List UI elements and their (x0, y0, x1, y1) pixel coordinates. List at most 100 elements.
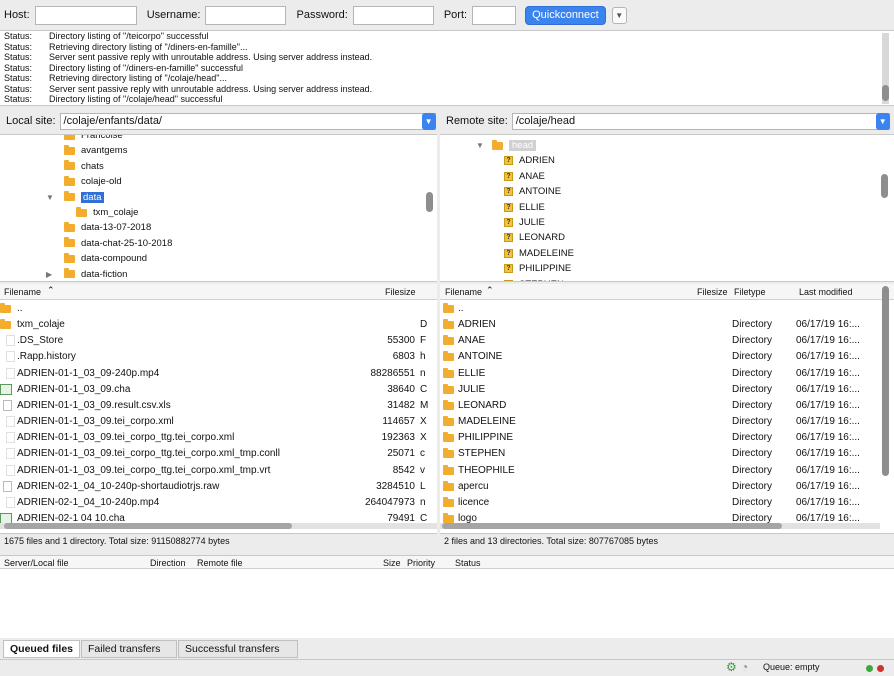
tree-node[interactable]: ? PHILIPPINE (504, 261, 571, 276)
local-tree-scrollbar[interactable] (426, 136, 433, 280)
tree-node[interactable]: chats (64, 159, 104, 174)
file-row[interactable]: ADRIEN-02-1_04_10-240p-shortaudiotrjs.ra… (0, 479, 437, 495)
column-filename[interactable]: Filename (445, 287, 482, 297)
tree-node[interactable]: data-chat-25-10-2018 (64, 236, 172, 251)
tree-node[interactable]: ? ANAE (504, 169, 545, 184)
file-row[interactable]: apercu Directory 06/17/19 16:... (440, 479, 894, 495)
folder-icon (64, 135, 75, 140)
file-name: ANTOINE (458, 351, 503, 363)
file-row[interactable]: ADRIEN-02-1_04_10-240p.mp4 264047973 n (0, 495, 437, 511)
column-size[interactable]: Size (383, 558, 401, 568)
tree-node[interactable]: Francoise (64, 135, 123, 143)
column-direction[interactable]: Direction (150, 558, 186, 568)
tree-node[interactable]: colaje-old (64, 174, 122, 189)
file-row[interactable]: ANAE Directory 06/17/19 16:... (440, 333, 894, 349)
folder-icon (64, 268, 75, 279)
local-site-path[interactable]: /colaje/enfants/data/ ▼ (59, 112, 436, 130)
column-server-local-file[interactable]: Server/Local file (4, 558, 69, 568)
file-row[interactable]: ADRIEN-01-1_03_09.cha 38640 C (0, 382, 437, 398)
tree-node[interactable]: head (492, 138, 537, 153)
tree-node[interactable]: ? ADRIEN (504, 153, 555, 168)
tab-queued-files[interactable]: Queued files (3, 640, 81, 658)
file-row[interactable]: THEOPHILE Directory 06/17/19 16:... (440, 463, 894, 479)
column-priority[interactable]: Priority (407, 558, 435, 568)
tree-node[interactable]: txm_colaje (76, 205, 138, 220)
tree-node[interactable]: data-13-07-2018 (64, 220, 151, 235)
tab-failed-transfers[interactable]: Failed transfers (81, 640, 178, 658)
message-log-scrollbar[interactable] (882, 33, 889, 104)
file-row[interactable]: ANTOINE Directory 06/17/19 16:... (440, 349, 894, 365)
file-row[interactable]: MADELEINE Directory 06/17/19 16:... (440, 414, 894, 430)
quickconnect-button[interactable]: Quickconnect (525, 5, 606, 25)
file-row[interactable]: ELLIE Directory 06/17/19 16:... (440, 366, 894, 382)
remote-site-path[interactable]: /colaje/head ▼ (511, 112, 890, 130)
file-row[interactable]: .. (0, 301, 437, 317)
column-filesize[interactable]: Filesize (385, 287, 416, 297)
file-type: c (420, 448, 425, 460)
chevron-down-icon[interactable]: ▼ (875, 112, 890, 130)
file-modified: 06/17/19 16:... (796, 464, 860, 476)
column-remote-file[interactable]: Remote file (197, 558, 243, 568)
file-row[interactable]: ADRIEN-01-1_03_09.tei_corpo_ttg.tei_corp… (0, 430, 437, 446)
collapsed-triangle-icon[interactable]: ▶ (46, 270, 52, 279)
tree-node[interactable]: avantgems (64, 143, 127, 158)
file-row[interactable]: .. (440, 301, 894, 317)
file-name: ADRIEN-02-1_04_10-240p-shortaudiotrjs.ra… (17, 480, 220, 492)
file-row[interactable]: ADRIEN-01-1_03_09-240p.mp4 88286551 n (0, 366, 437, 382)
file-row[interactable]: .Rapp.history 6803 h (0, 349, 437, 365)
file-row[interactable]: .DS_Store 55300 F (0, 333, 437, 349)
tree-node[interactable]: ? MADELEINE (504, 246, 574, 261)
file-name: LEONARD (458, 399, 507, 411)
local-list-hscrollbar[interactable] (0, 523, 437, 529)
folder-icon (443, 399, 454, 410)
folder-icon (64, 221, 75, 232)
username-input[interactable] (205, 5, 287, 25)
tree-node[interactable]: ? ANTOINE (504, 184, 561, 199)
file-row[interactable]: ADRIEN-01-1_03_09.tei_corpo_ttg.tei_corp… (0, 446, 437, 462)
speed-limit-icon[interactable]: ◔ (741, 660, 748, 674)
tree-node[interactable]: data (64, 190, 104, 205)
file-row[interactable]: ADRIEN Directory 06/17/19 16:... (440, 317, 894, 333)
tree-node[interactable]: data-compound (64, 251, 147, 266)
tree-node[interactable]: ? LEONARD (504, 230, 565, 245)
file-row[interactable]: JULIE Directory 06/17/19 16:... (440, 382, 894, 398)
file-row[interactable]: PHILIPPINE Directory 06/17/19 16:... (440, 430, 894, 446)
column-filetype[interactable]: Filetype (734, 287, 766, 297)
host-input[interactable] (34, 5, 137, 25)
file-modified: 06/17/19 16:... (796, 351, 860, 363)
file-type: h (420, 351, 426, 363)
file-row[interactable]: STEPHEN Directory 06/17/19 16:... (440, 446, 894, 462)
column-filesize[interactable]: Filesize (697, 287, 728, 297)
file-row[interactable]: ADRIEN-01-1_03_09.result.csv.xls 31482 M (0, 398, 437, 414)
file-row[interactable]: ADRIEN-01-1_03_09.tei_corpo.xml 114657 X (0, 414, 437, 430)
chevron-down-icon[interactable]: ▼ (421, 112, 436, 130)
file-row[interactable]: LEONARD Directory 06/17/19 16:... (440, 398, 894, 414)
file-row[interactable]: licence Directory 06/17/19 16:... (440, 495, 894, 511)
tree-node[interactable]: ? STEPHEN (504, 277, 564, 281)
file-icon (6, 448, 15, 460)
port-input[interactable] (472, 5, 517, 25)
remote-tree-scrollbar[interactable] (881, 136, 888, 280)
file-name: THEOPHILE (458, 464, 515, 476)
remote-list-vscrollbar[interactable] (882, 286, 889, 522)
folder-icon (443, 335, 454, 346)
password-input[interactable] (352, 5, 434, 25)
tree-node[interactable]: ? ELLIE (504, 200, 545, 215)
tree-node[interactable]: ? JULIE (504, 215, 545, 230)
file-size: 25071 (387, 448, 415, 460)
expanded-triangle-icon[interactable]: ▼ (46, 193, 54, 202)
quickconnect-history-dropdown[interactable]: ▼ (611, 6, 627, 24)
file-name: ADRIEN-01-1_03_09.tei_corpo_ttg.tei_corp… (17, 464, 271, 476)
column-filename[interactable]: Filename (4, 287, 41, 297)
gear-icon[interactable]: ⚙ (726, 660, 737, 674)
remote-list-hscrollbar[interactable] (440, 523, 880, 529)
file-row[interactable]: txm_colaje D (0, 317, 437, 333)
column-last-modified[interactable]: Last modified (799, 287, 853, 297)
tree-node-label: data-13-07-2018 (81, 222, 152, 234)
tab-successful-transfers[interactable]: Successful transfers (178, 640, 299, 658)
tree-node[interactable]: data-fiction (64, 267, 127, 281)
file-row[interactable]: ADRIEN-01-1_03_09.tei_corpo_ttg.tei_corp… (0, 463, 437, 479)
folder-icon (0, 319, 11, 330)
expanded-triangle-icon[interactable]: ▼ (476, 141, 484, 150)
column-status[interactable]: Status (455, 558, 481, 568)
